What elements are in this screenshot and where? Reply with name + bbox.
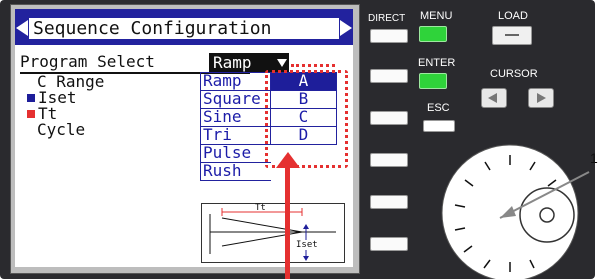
callout-number: 1 bbox=[590, 150, 598, 166]
rotary-knob-icon[interactable] bbox=[0, 0, 595, 279]
instrument-front-panel: Sequence Configuration Program Select Ra… bbox=[0, 0, 595, 279]
